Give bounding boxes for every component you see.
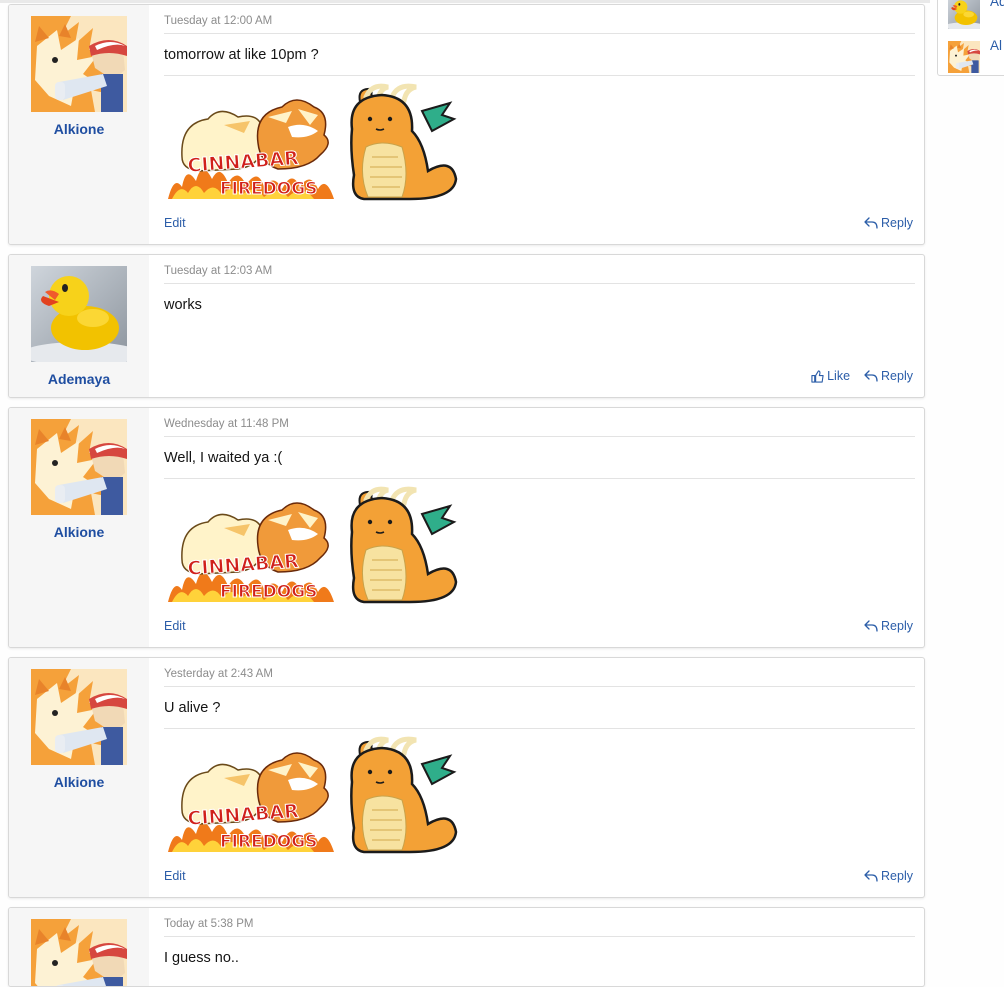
reply-icon — [864, 217, 878, 229]
arcanine-trainer-avatar — [948, 41, 980, 73]
post-timestamp[interactable]: Today at 5:38 PM — [164, 918, 915, 937]
post-actions: Reply — [864, 619, 913, 633]
reply-icon — [864, 620, 878, 632]
svg-text:FIREDOGS: FIREDOGS — [220, 582, 317, 602]
reply-label: Reply — [881, 369, 913, 383]
post-main: Yesterday at 2:43 AM U alive ? CINNABAR … — [164, 658, 915, 897]
sidebar-member-name[interactable]: Ad — [990, 0, 1004, 9]
post-actions: Reply — [864, 216, 913, 230]
reply-icon — [864, 370, 878, 382]
thumbs-up-icon — [811, 369, 824, 383]
reply-button[interactable]: Reply — [864, 619, 913, 633]
svg-text:FIREDOGS: FIREDOGS — [220, 832, 317, 852]
signature-divider — [164, 478, 915, 479]
post-timestamp[interactable]: Wednesday at 11:48 PM — [164, 418, 915, 437]
reply-button[interactable]: Reply — [864, 369, 913, 383]
arcanine-trainer-avatar[interactable] — [31, 919, 127, 986]
post-body-text: works — [164, 297, 202, 313]
signature-image: CINNABAR FIREDOGS — [168, 736, 464, 854]
members-sidebar: Ad Al — [937, 0, 1004, 76]
message-post: Alkione Tuesday at 12:00 AM tomorrow at … — [8, 4, 925, 245]
message-post: Alkione Wednesday at 11:48 PM Well, I wa… — [8, 407, 925, 648]
signature-divider — [164, 728, 915, 729]
message-post: Alkione Yesterday at 2:43 AM U alive ? C… — [8, 657, 925, 898]
edit-button[interactable]: Edit — [164, 619, 186, 633]
post-body-text: U alive ? — [164, 700, 221, 716]
post-user-panel: Alkione — [9, 408, 149, 647]
sidebar-member[interactable]: Ad — [948, 0, 1004, 29]
arcanine-trainer-avatar[interactable] — [31, 669, 127, 765]
reply-label: Reply — [881, 869, 913, 883]
edit-button[interactable]: Edit — [164, 216, 186, 230]
post-main: Wednesday at 11:48 PM Well, I waited ya … — [164, 408, 915, 647]
post-body-text: tomorrow at like 10pm ? — [164, 47, 319, 63]
signature-image: CINNABAR FIREDOGS — [168, 83, 464, 201]
sidebar-member[interactable]: Al — [948, 38, 1002, 73]
post-main: Tuesday at 12:00 AM tomorrow at like 10p… — [164, 5, 915, 244]
reply-icon — [864, 870, 878, 882]
post-user-panel: Alkione — [9, 658, 149, 897]
post-username[interactable]: Alkione — [9, 774, 149, 790]
post-body-text: I guess no.. — [164, 950, 239, 966]
signature-image: CINNABAR FIREDOGS — [168, 486, 464, 604]
post-body-text: Well, I waited ya :( — [164, 450, 283, 466]
rubber-duck-avatar[interactable] — [31, 266, 127, 362]
post-username[interactable]: Alkione — [9, 121, 149, 137]
signature-divider — [164, 75, 915, 76]
arcanine-trainer-avatar[interactable] — [31, 419, 127, 515]
arcanine-trainer-avatar[interactable] — [31, 16, 127, 112]
post-user-panel: Alkione — [9, 5, 149, 244]
reply-label: Reply — [881, 216, 913, 230]
post-timestamp[interactable]: Tuesday at 12:03 AM — [164, 265, 915, 284]
reply-label: Reply — [881, 619, 913, 633]
reply-button[interactable]: Reply — [864, 869, 913, 883]
like-label: Like — [827, 369, 851, 383]
post-user-panel: Ademaya — [9, 255, 149, 397]
message-post: Ademaya Tuesday at 12:03 AM works Like R… — [8, 254, 925, 398]
message-post: Today at 5:38 PM I guess no.. — [8, 907, 925, 987]
rubber-duck-avatar — [948, 0, 980, 29]
post-username[interactable]: Ademaya — [9, 371, 149, 387]
post-main: Today at 5:38 PM I guess no.. — [164, 908, 915, 986]
post-timestamp[interactable]: Tuesday at 12:00 AM — [164, 15, 915, 34]
svg-text:FIREDOGS: FIREDOGS — [220, 179, 317, 199]
reply-button[interactable]: Reply — [864, 216, 913, 230]
edit-button[interactable]: Edit — [164, 869, 186, 883]
post-actions: Like Reply — [811, 369, 913, 383]
post-main: Tuesday at 12:03 AM works Like Reply — [164, 255, 915, 397]
post-timestamp[interactable]: Yesterday at 2:43 AM — [164, 668, 915, 687]
like-button[interactable]: Like — [811, 369, 850, 383]
post-username[interactable]: Alkione — [9, 524, 149, 540]
top-divider — [0, 0, 930, 3]
post-actions: Reply — [864, 869, 913, 883]
sidebar-member-name[interactable]: Al — [990, 38, 1002, 53]
post-user-panel — [9, 908, 149, 986]
